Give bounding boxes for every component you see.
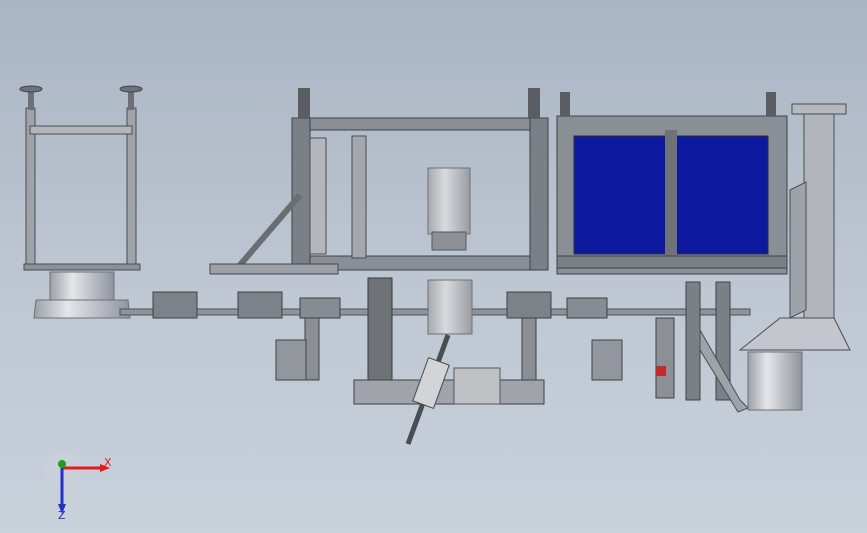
3d-viewport[interactable]: X Z	[0, 0, 867, 533]
blue-panel-right	[675, 135, 769, 255]
y-axis-dot	[58, 460, 66, 468]
x-axis-label: X	[104, 456, 112, 469]
orientation-triad: X Z	[44, 452, 112, 520]
assembly-model[interactable]	[0, 0, 867, 533]
left-stand	[19, 85, 143, 319]
blue-panel-left	[573, 135, 667, 255]
z-axis-label: Z	[58, 509, 66, 520]
